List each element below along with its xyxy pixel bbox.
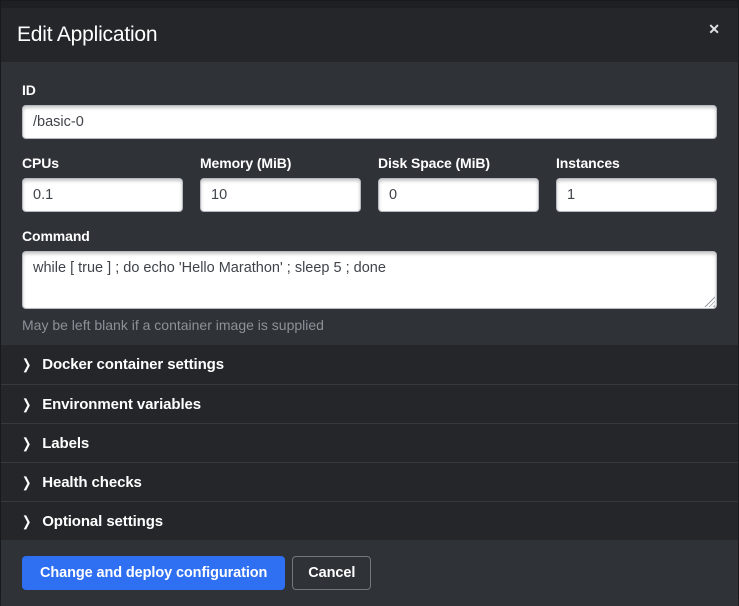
- application-form: ID CPUs Memory (MiB) Disk Space (MiB) In…: [1, 62, 738, 345]
- section-docker-container-settings[interactable]: ❯ Docker container settings: [1, 345, 738, 384]
- edit-application-modal: Edit Application ✕ ID CPUs Memory (MiB) …: [0, 0, 739, 599]
- change-and-deploy-button[interactable]: Change and deploy configuration: [22, 556, 285, 590]
- instances-input[interactable]: [556, 178, 717, 212]
- cpus-field-group: CPUs: [22, 155, 183, 212]
- section-label: Environment variables: [42, 396, 201, 413]
- disk-label: Disk Space (MiB): [378, 155, 539, 171]
- disk-field-group: Disk Space (MiB): [378, 155, 539, 212]
- cpus-input[interactable]: [22, 178, 183, 212]
- close-icon[interactable]: ✕: [704, 18, 724, 40]
- modal-title: Edit Application: [17, 23, 157, 47]
- command-hint: May be left blank if a container image i…: [22, 317, 717, 333]
- chevron-right-icon: ❯: [22, 474, 31, 490]
- id-input[interactable]: [22, 105, 717, 139]
- section-health-checks[interactable]: ❯ Health checks: [1, 462, 738, 501]
- section-label: Health checks: [42, 474, 142, 491]
- memory-label: Memory (MiB): [200, 155, 361, 171]
- modal-header: Edit Application ✕: [1, 8, 738, 62]
- resources-row: CPUs Memory (MiB) Disk Space (MiB) Insta…: [22, 155, 717, 212]
- id-field-group: ID: [22, 82, 717, 139]
- instances-field-group: Instances: [556, 155, 717, 212]
- memory-input[interactable]: [200, 178, 361, 212]
- background-page-edge: [1, 1, 738, 8]
- disk-input[interactable]: [378, 178, 539, 212]
- chevron-right-icon: ❯: [22, 396, 31, 412]
- id-label: ID: [22, 82, 717, 98]
- chevron-right-icon: ❯: [22, 435, 31, 451]
- section-labels[interactable]: ❯ Labels: [1, 423, 738, 462]
- command-field-group: Command while [ true ] ; do echo 'Hello …: [22, 228, 717, 333]
- command-label: Command: [22, 228, 717, 244]
- section-label: Docker container settings: [42, 356, 224, 373]
- section-optional-settings[interactable]: ❯ Optional settings: [1, 501, 738, 540]
- memory-field-group: Memory (MiB): [200, 155, 361, 212]
- chevron-right-icon: ❯: [22, 513, 31, 529]
- section-label: Labels: [42, 435, 89, 452]
- modal-footer: Change and deploy configuration Cancel: [1, 540, 738, 606]
- chevron-right-icon: ❯: [22, 356, 31, 372]
- cancel-button[interactable]: Cancel: [292, 556, 371, 590]
- section-environment-variables[interactable]: ❯ Environment variables: [1, 384, 738, 423]
- cpus-label: CPUs: [22, 155, 183, 171]
- instances-label: Instances: [556, 155, 717, 171]
- command-input[interactable]: while [ true ] ; do echo 'Hello Marathon…: [22, 251, 717, 309]
- collapsible-sections: ❯ Docker container settings ❯ Environmen…: [1, 345, 738, 540]
- section-label: Optional settings: [42, 513, 163, 530]
